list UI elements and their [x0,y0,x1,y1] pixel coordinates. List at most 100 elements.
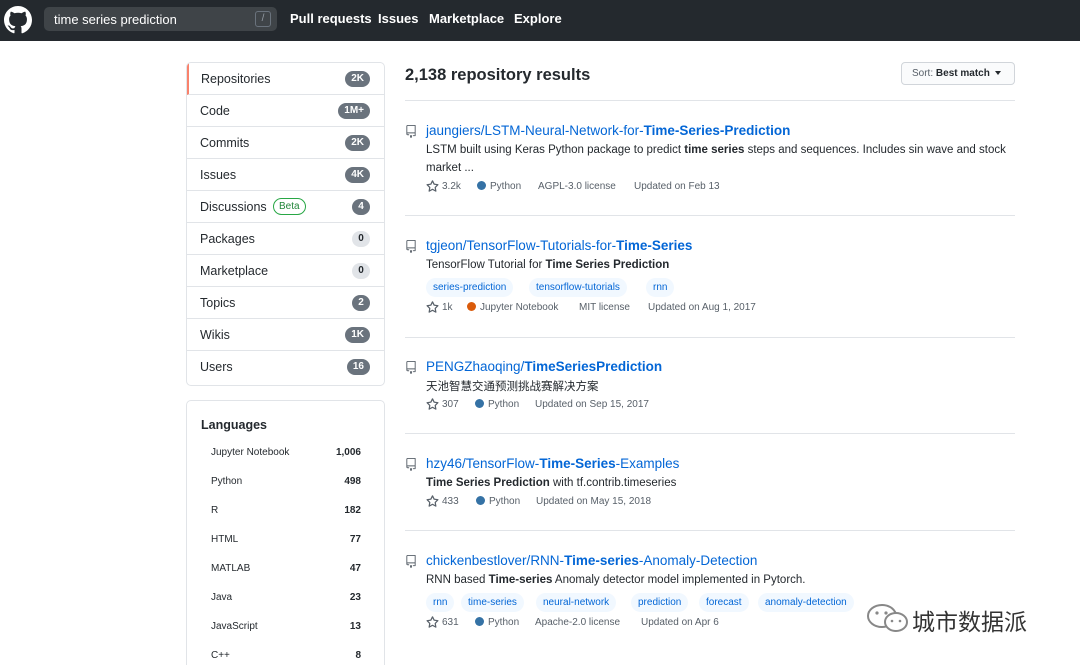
nav-explore[interactable]: Explore [514,11,562,26]
menu-item-label: Commits [200,136,250,150]
language-item[interactable]: Python 498 [211,476,361,490]
results-count-heading: 2,138 repository results [405,66,591,84]
topic-tag[interactable]: neural-network [536,593,617,612]
menu-item-users[interactable]: Users 16 [187,351,384,383]
repo-name-part: TensorFlow- [465,456,540,471]
star-count[interactable]: 307 [442,399,459,410]
language-item[interactable]: Jupyter Notebook 1,006 [211,447,361,461]
menu-item-issues[interactable]: Issues 4K [187,159,384,191]
star-icon[interactable] [426,398,439,411]
divider [405,337,1015,338]
nav-marketplace[interactable]: Marketplace [429,11,504,26]
language-count: 1,006 [335,447,361,458]
repo-meta: 433 Python Updated on May 15, 2018 [426,495,826,510]
desc-text: Anomaly detector model implemented in Py… [552,574,806,586]
repo-link[interactable]: hzy46/TensorFlow-Time-Series-Examples [426,456,679,471]
nav-issues[interactable]: Issues [378,11,418,26]
topic-tag[interactable]: rnn [426,593,455,612]
watermark-text: 城市数据派 [912,610,1027,636]
sort-dropdown[interactable]: Sort: Best match [901,62,1015,85]
star-count[interactable]: 433 [442,496,459,507]
menu-item-label: Issues [200,168,237,182]
language-name: C++ [211,650,230,661]
topic-tag[interactable]: anomaly-detection [758,593,854,612]
menu-item-counter: 0 [352,263,370,279]
menu-item-topics[interactable]: Topics 2 [187,287,384,319]
menu-item-counter: 2K [345,71,370,87]
repo-name-part: TensorFlow-Tutorials-for- [466,238,617,253]
repo-name-highlight: TimeSeriesPrediction [524,359,663,374]
repo-link[interactable]: jaungiers/LSTM-Neural-Network-for-Time-S… [426,123,790,138]
menu-item-counter: 2K [345,135,370,151]
repo-language: Jupyter Notebook [480,302,559,313]
star-count[interactable]: 1k [442,302,453,313]
nav-pull-requests[interactable]: Pull requests [290,11,372,26]
language-item[interactable]: HTML 77 [211,534,361,548]
language-color-dot [467,302,476,311]
repo-name-highlight: Time-series [564,553,639,568]
github-logo-icon[interactable] [4,6,32,34]
repo-link[interactable]: chickenbestlover/RNN-Time-series-Anomaly… [426,553,757,568]
languages-panel: Languages Jupyter Notebook 1,006 Python 49… [186,400,385,665]
topic-tag[interactable]: rnn [646,278,675,297]
search-box[interactable]: / [44,7,277,31]
menu-item-discussions[interactable]: Discussions Beta 4 [187,191,384,223]
menu-item-code[interactable]: Code 1M+ [187,95,384,127]
repo-language: Python [490,181,522,192]
topic-tag[interactable]: time-series [461,593,524,612]
repo-meta: 631 Python Apache-2.0 license Updated on… [426,616,826,631]
menu-item-counter: 4 [352,199,370,215]
repo-language: Python [488,399,520,410]
topic-tag[interactable]: tensorflow-tutorials [529,278,627,297]
menu-item-repositories[interactable]: Repositories 2K [187,63,384,95]
star-icon[interactable] [426,301,439,314]
divider [405,100,1015,101]
menu-item-label: Topics [200,296,236,310]
star-icon[interactable] [426,616,439,629]
language-count: 77 [349,534,361,545]
repo-link[interactable]: PENGZhaoqing/TimeSeriesPrediction [426,359,662,374]
topic-tag[interactable]: series-prediction [426,278,514,297]
language-name: JavaScript [211,621,258,632]
repo-meta: 307 Python Updated on Sep 15, 2017 [426,398,826,413]
language-item[interactable]: C++ 8 [211,650,361,664]
menu-item-counter: 4K [345,167,370,183]
menu-item-commits[interactable]: Commits 2K [187,127,384,159]
repo-description: LSTM built using Keras Python package to… [426,141,1021,177]
topic-tag[interactable]: forecast [699,593,749,612]
search-input[interactable] [44,7,244,31]
star-count[interactable]: 631 [442,617,459,628]
repo-link[interactable]: tgjeon/TensorFlow-Tutorials-for-Time-Ser… [426,238,692,253]
repo-name-part: LSTM-Neural-Network-for- [484,123,644,138]
repo-owner: PENGZhaoqing/ [426,359,525,374]
language-item[interactable]: MATLAB 47 [211,563,361,577]
repo-language: Python [488,617,520,628]
repo-name-part: RNN- [530,553,565,568]
topic-tag[interactable]: prediction [631,593,689,612]
menu-item-label: Discussions [200,200,267,214]
repo-updated: Updated on Feb 13 [634,181,720,192]
menu-item-marketplace[interactable]: Marketplace 0 [187,255,384,287]
menu-item-label: Packages [200,232,255,246]
menu-item-label: Code [200,104,230,118]
menu-item-label: Marketplace [200,264,269,278]
repo-owner: hzy46/ [426,456,466,471]
language-count: 182 [344,505,361,516]
menu-item-counter: 1K [345,327,370,343]
star-count[interactable]: 3.2k [442,181,461,192]
language-item[interactable]: R 182 [211,505,361,519]
repo-updated: Updated on Apr 6 [641,617,719,628]
language-item[interactable]: JavaScript 13 [211,621,361,635]
repo-name-highlight: Time-Series [616,238,693,253]
star-icon[interactable] [426,495,439,508]
language-color-dot [475,399,484,408]
menu-item-wikis[interactable]: Wikis 1K [187,319,384,351]
repo-name-highlight: Time-Series-Prediction [643,123,791,138]
repo-meta: 3.2k Python AGPL-3.0 license Updated on … [426,180,826,195]
menu-item-counter: 0 [352,231,370,247]
language-item[interactable]: Java 23 [211,592,361,606]
star-icon[interactable] [426,180,439,193]
desc-highlight: Time-series [488,574,553,586]
menu-item-packages[interactable]: Packages 0 [187,223,384,255]
repo-license: MIT license [579,302,630,313]
